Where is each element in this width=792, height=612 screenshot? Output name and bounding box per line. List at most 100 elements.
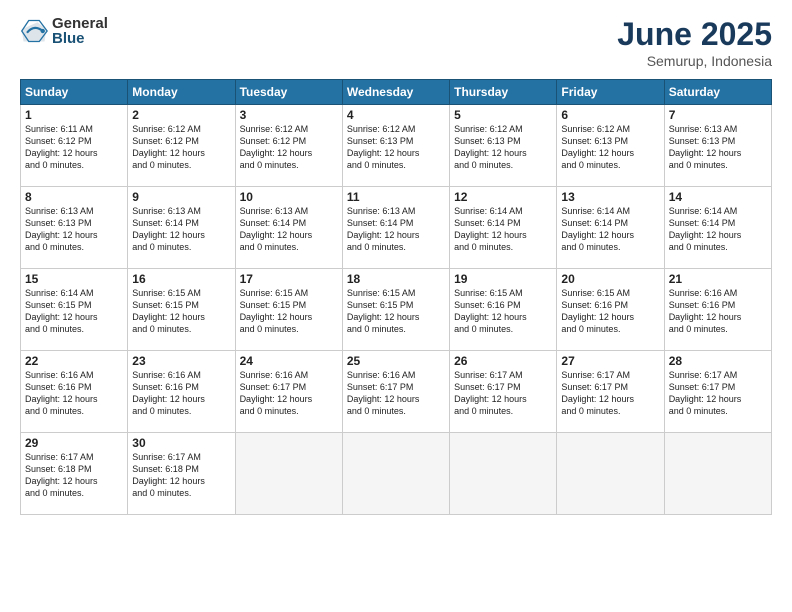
day-number: 5 bbox=[454, 108, 552, 122]
calendar-week-row: 29 Sunrise: 6:17 AM Sunset: 6:18 PM Dayl… bbox=[21, 433, 772, 515]
day-number: 26 bbox=[454, 354, 552, 368]
day-number: 24 bbox=[240, 354, 338, 368]
day-info: Sunrise: 6:16 AM Sunset: 6:17 PM Dayligh… bbox=[240, 369, 338, 418]
day-number: 9 bbox=[132, 190, 230, 204]
col-sunday: Sunday bbox=[21, 80, 128, 105]
day-number: 17 bbox=[240, 272, 338, 286]
table-row: 21 Sunrise: 6:16 AM Sunset: 6:16 PM Dayl… bbox=[664, 269, 771, 351]
day-number: 18 bbox=[347, 272, 445, 286]
table-row: 17 Sunrise: 6:15 AM Sunset: 6:15 PM Dayl… bbox=[235, 269, 342, 351]
day-info: Sunrise: 6:13 AM Sunset: 6:14 PM Dayligh… bbox=[132, 205, 230, 254]
day-number: 25 bbox=[347, 354, 445, 368]
day-number: 30 bbox=[132, 436, 230, 450]
day-info: Sunrise: 6:17 AM Sunset: 6:17 PM Dayligh… bbox=[454, 369, 552, 418]
logo-icon bbox=[20, 17, 48, 45]
table-row: 5 Sunrise: 6:12 AM Sunset: 6:13 PM Dayli… bbox=[450, 105, 557, 187]
day-number: 15 bbox=[25, 272, 123, 286]
table-row: 11 Sunrise: 6:13 AM Sunset: 6:14 PM Dayl… bbox=[342, 187, 449, 269]
day-info: Sunrise: 6:17 AM Sunset: 6:17 PM Dayligh… bbox=[669, 369, 767, 418]
day-info: Sunrise: 6:14 AM Sunset: 6:14 PM Dayligh… bbox=[454, 205, 552, 254]
table-row: 26 Sunrise: 6:17 AM Sunset: 6:17 PM Dayl… bbox=[450, 351, 557, 433]
day-number: 29 bbox=[25, 436, 123, 450]
day-number: 28 bbox=[669, 354, 767, 368]
logo-blue-text: Blue bbox=[52, 31, 108, 46]
table-row: 18 Sunrise: 6:15 AM Sunset: 6:15 PM Dayl… bbox=[342, 269, 449, 351]
day-info: Sunrise: 6:17 AM Sunset: 6:18 PM Dayligh… bbox=[132, 451, 230, 500]
day-number: 20 bbox=[561, 272, 659, 286]
day-info: Sunrise: 6:17 AM Sunset: 6:18 PM Dayligh… bbox=[25, 451, 123, 500]
day-number: 16 bbox=[132, 272, 230, 286]
logo-general-text: General bbox=[52, 16, 108, 31]
col-thursday: Thursday bbox=[450, 80, 557, 105]
day-info: Sunrise: 6:14 AM Sunset: 6:14 PM Dayligh… bbox=[561, 205, 659, 254]
day-info: Sunrise: 6:16 AM Sunset: 6:16 PM Dayligh… bbox=[25, 369, 123, 418]
table-row: 12 Sunrise: 6:14 AM Sunset: 6:14 PM Dayl… bbox=[450, 187, 557, 269]
calendar-week-row: 1 Sunrise: 6:11 AM Sunset: 6:12 PM Dayli… bbox=[21, 105, 772, 187]
day-number: 2 bbox=[132, 108, 230, 122]
day-info: Sunrise: 6:13 AM Sunset: 6:14 PM Dayligh… bbox=[240, 205, 338, 254]
page: General Blue June 2025 Semurup, Indonesi… bbox=[0, 0, 792, 612]
table-row: 7 Sunrise: 6:13 AM Sunset: 6:13 PM Dayli… bbox=[664, 105, 771, 187]
calendar-week-row: 8 Sunrise: 6:13 AM Sunset: 6:13 PM Dayli… bbox=[21, 187, 772, 269]
day-number: 3 bbox=[240, 108, 338, 122]
logo-text: General Blue bbox=[52, 16, 108, 46]
logo: General Blue bbox=[20, 16, 108, 46]
table-row: 8 Sunrise: 6:13 AM Sunset: 6:13 PM Dayli… bbox=[21, 187, 128, 269]
col-monday: Monday bbox=[128, 80, 235, 105]
day-info: Sunrise: 6:15 AM Sunset: 6:16 PM Dayligh… bbox=[454, 287, 552, 336]
day-info: Sunrise: 6:14 AM Sunset: 6:14 PM Dayligh… bbox=[669, 205, 767, 254]
day-info: Sunrise: 6:17 AM Sunset: 6:17 PM Dayligh… bbox=[561, 369, 659, 418]
day-number: 6 bbox=[561, 108, 659, 122]
day-info: Sunrise: 6:16 AM Sunset: 6:17 PM Dayligh… bbox=[347, 369, 445, 418]
day-number: 27 bbox=[561, 354, 659, 368]
table-row bbox=[235, 433, 342, 515]
day-info: Sunrise: 6:12 AM Sunset: 6:13 PM Dayligh… bbox=[454, 123, 552, 172]
table-row bbox=[342, 433, 449, 515]
day-info: Sunrise: 6:16 AM Sunset: 6:16 PM Dayligh… bbox=[132, 369, 230, 418]
header-row: General Blue June 2025 Semurup, Indonesi… bbox=[20, 16, 772, 69]
table-row: 30 Sunrise: 6:17 AM Sunset: 6:18 PM Dayl… bbox=[128, 433, 235, 515]
calendar-week-row: 15 Sunrise: 6:14 AM Sunset: 6:15 PM Dayl… bbox=[21, 269, 772, 351]
col-saturday: Saturday bbox=[664, 80, 771, 105]
day-info: Sunrise: 6:13 AM Sunset: 6:13 PM Dayligh… bbox=[669, 123, 767, 172]
col-friday: Friday bbox=[557, 80, 664, 105]
day-info: Sunrise: 6:15 AM Sunset: 6:15 PM Dayligh… bbox=[240, 287, 338, 336]
calendar-subtitle: Semurup, Indonesia bbox=[617, 53, 772, 69]
day-number: 10 bbox=[240, 190, 338, 204]
calendar-title: June 2025 bbox=[617, 16, 772, 53]
table-row: 25 Sunrise: 6:16 AM Sunset: 6:17 PM Dayl… bbox=[342, 351, 449, 433]
calendar-week-row: 22 Sunrise: 6:16 AM Sunset: 6:16 PM Dayl… bbox=[21, 351, 772, 433]
table-row: 23 Sunrise: 6:16 AM Sunset: 6:16 PM Dayl… bbox=[128, 351, 235, 433]
day-info: Sunrise: 6:15 AM Sunset: 6:15 PM Dayligh… bbox=[347, 287, 445, 336]
table-row: 14 Sunrise: 6:14 AM Sunset: 6:14 PM Dayl… bbox=[664, 187, 771, 269]
table-row: 15 Sunrise: 6:14 AM Sunset: 6:15 PM Dayl… bbox=[21, 269, 128, 351]
calendar-table: Sunday Monday Tuesday Wednesday Thursday… bbox=[20, 79, 772, 515]
day-info: Sunrise: 6:11 AM Sunset: 6:12 PM Dayligh… bbox=[25, 123, 123, 172]
day-info: Sunrise: 6:13 AM Sunset: 6:13 PM Dayligh… bbox=[25, 205, 123, 254]
day-info: Sunrise: 6:15 AM Sunset: 6:15 PM Dayligh… bbox=[132, 287, 230, 336]
col-wednesday: Wednesday bbox=[342, 80, 449, 105]
table-row: 9 Sunrise: 6:13 AM Sunset: 6:14 PM Dayli… bbox=[128, 187, 235, 269]
day-number: 11 bbox=[347, 190, 445, 204]
day-info: Sunrise: 6:16 AM Sunset: 6:16 PM Dayligh… bbox=[669, 287, 767, 336]
day-number: 13 bbox=[561, 190, 659, 204]
table-row: 24 Sunrise: 6:16 AM Sunset: 6:17 PM Dayl… bbox=[235, 351, 342, 433]
day-number: 12 bbox=[454, 190, 552, 204]
calendar-header-row: Sunday Monday Tuesday Wednesday Thursday… bbox=[21, 80, 772, 105]
table-row: 29 Sunrise: 6:17 AM Sunset: 6:18 PM Dayl… bbox=[21, 433, 128, 515]
table-row: 19 Sunrise: 6:15 AM Sunset: 6:16 PM Dayl… bbox=[450, 269, 557, 351]
day-number: 21 bbox=[669, 272, 767, 286]
day-number: 23 bbox=[132, 354, 230, 368]
day-number: 8 bbox=[25, 190, 123, 204]
table-row: 20 Sunrise: 6:15 AM Sunset: 6:16 PM Dayl… bbox=[557, 269, 664, 351]
table-row: 27 Sunrise: 6:17 AM Sunset: 6:17 PM Dayl… bbox=[557, 351, 664, 433]
table-row: 28 Sunrise: 6:17 AM Sunset: 6:17 PM Dayl… bbox=[664, 351, 771, 433]
day-info: Sunrise: 6:12 AM Sunset: 6:12 PM Dayligh… bbox=[132, 123, 230, 172]
table-row: 6 Sunrise: 6:12 AM Sunset: 6:13 PM Dayli… bbox=[557, 105, 664, 187]
day-info: Sunrise: 6:15 AM Sunset: 6:16 PM Dayligh… bbox=[561, 287, 659, 336]
table-row: 13 Sunrise: 6:14 AM Sunset: 6:14 PM Dayl… bbox=[557, 187, 664, 269]
day-number: 7 bbox=[669, 108, 767, 122]
table-row: 3 Sunrise: 6:12 AM Sunset: 6:12 PM Dayli… bbox=[235, 105, 342, 187]
table-row bbox=[664, 433, 771, 515]
table-row: 22 Sunrise: 6:16 AM Sunset: 6:16 PM Dayl… bbox=[21, 351, 128, 433]
